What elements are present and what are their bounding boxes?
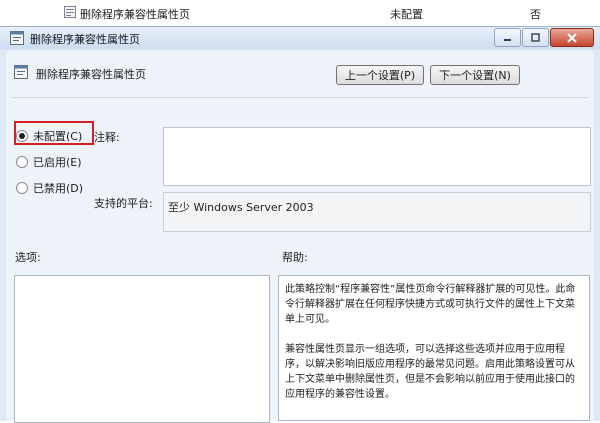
policy-window-icon [10,31,24,48]
comment-label: 注释: [94,131,120,144]
policy-row-state: 未配置 [390,8,423,21]
minimize-icon [504,39,511,41]
header-divider [12,97,588,98]
help-paragraph: 此策略控制“程序兼容性”属性页命令行解释器扩展的可见性。此命令行解释器扩展在任何… [285,284,576,325]
options-panel [14,275,270,423]
dialog-content: 删除程序兼容性属性页 上一个设置(P) 下一个设置(N) 未配置(C) 已启用(… [6,51,594,423]
window-title: 删除程序兼容性属性页 [30,33,140,46]
close-button[interactable] [550,28,594,47]
radio-disabled[interactable]: 已禁用(D) [16,180,83,196]
supported-platform-box: 至少 Windows Server 2003 [163,192,591,232]
radio-button[interactable] [16,156,28,168]
policy-row-name: 删除程序兼容性属性页 [80,8,190,21]
policy-setting-icon [64,6,76,21]
radio-not-configured[interactable]: 未配置(C) [16,128,82,144]
maximize-icon [531,33,540,42]
comment-textarea[interactable] [163,127,591,186]
setting-header-title: 删除程序兼容性属性页 [36,68,146,81]
options-label: 选项: [15,251,41,264]
radio-enabled[interactable]: 已启用(E) [16,154,82,170]
help-paragraph: 兼容性属性页显示一组选项，可以选择这些选项并应用于应用程序，以解决影响旧版应用程… [285,344,575,400]
minimize-button[interactable] [494,28,521,47]
close-icon [567,32,577,43]
help-panel: 此策略控制“程序兼容性”属性页命令行解释器扩展的可见性。此命令行解释器扩展在任何… [278,275,590,421]
radio-button[interactable] [16,182,28,194]
help-label: 帮助: [282,251,308,264]
radio-label-disabled: 已禁用(D) [33,182,84,195]
radio-label-enabled: 已启用(E) [33,156,82,169]
previous-setting-button[interactable]: 上一个设置(P) [336,65,424,85]
next-setting-button[interactable]: 下一个设置(N) [430,65,520,85]
platform-value: 至少 Windows Server 2003 [168,201,314,214]
radio-button-selected[interactable] [16,130,28,142]
platform-label: 支持的平台: [94,197,153,210]
radio-label-not-configured: 未配置(C) [33,130,83,143]
title-bar[interactable]: 删除程序兼容性属性页 [0,27,600,49]
policy-settings-dialog: 删除程序兼容性属性页 删除程序兼容性属性页 上一个设置(P) 下一个设置(N) [0,26,600,423]
policy-setting-icon [14,65,28,82]
window-controls [493,28,594,47]
maximize-button[interactable] [522,28,549,47]
policy-list-row[interactable]: 删除程序兼容性属性页 未配置 否 [0,0,600,27]
policy-row-comment: 否 [530,8,541,21]
